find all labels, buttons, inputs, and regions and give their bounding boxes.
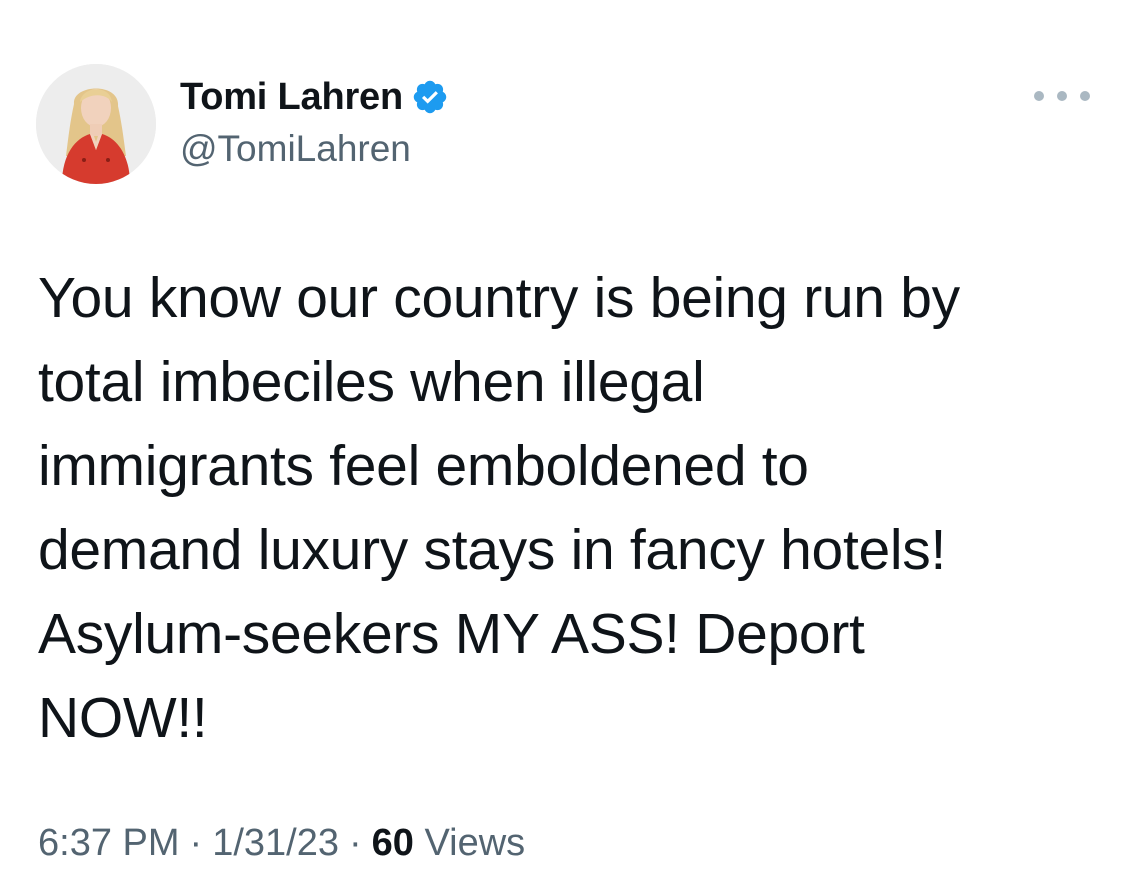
meta-separator: ·: [189, 822, 203, 864]
more-dot: [1080, 91, 1090, 101]
views-label[interactable]: Views: [424, 822, 525, 865]
author-handle[interactable]: @TomiLahren: [180, 128, 411, 170]
tweet-meta: 6:37 PM · 1/31/23 · 60 Views: [38, 822, 525, 865]
more-options-icon[interactable]: [1034, 80, 1090, 112]
more-dot: [1034, 91, 1044, 101]
tweet-card: Tomi Lahren @TomiLahren You know our cou…: [0, 0, 1125, 886]
more-dot: [1057, 91, 1067, 101]
author-display-name[interactable]: Tomi Lahren: [180, 76, 403, 119]
tweet-time[interactable]: 6:37 PM: [38, 822, 180, 865]
verified-badge-icon[interactable]: [411, 78, 449, 116]
avatar-image: [36, 64, 156, 184]
views-count[interactable]: 60: [372, 822, 414, 865]
tweet-text: You know our country is being run by tot…: [38, 266, 960, 750]
meta-separator: ·: [348, 822, 362, 864]
author-name-row: Tomi Lahren: [180, 74, 449, 120]
tweet-date[interactable]: 1/31/23: [212, 822, 339, 865]
author-avatar[interactable]: [36, 64, 156, 184]
